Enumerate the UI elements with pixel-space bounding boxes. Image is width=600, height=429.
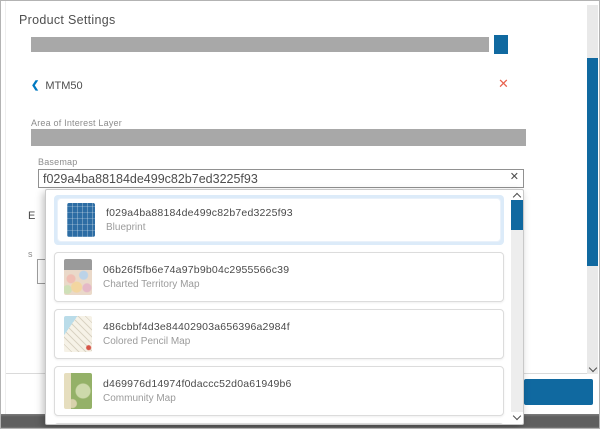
- basemap-option-card: [54, 423, 504, 425]
- charted-territory-map-thumbnail-icon: [64, 259, 92, 295]
- close-icon[interactable]: ✕: [498, 77, 509, 90]
- basemap-combobox: ✕: [38, 169, 524, 188]
- basemap-option[interactable]: d469976d14974f0daccc52d0a61949b6 Communi…: [54, 366, 504, 416]
- basemap-option-card: 06b26f5fb6e74a97b9b04c2955566c39 Charted…: [54, 252, 504, 302]
- panel-left-border: [5, 1, 6, 414]
- community-map-thumbnail-icon: [64, 373, 92, 409]
- basemap-option-id: d469976d14974f0daccc52d0a61949b6: [103, 378, 292, 390]
- redacted-action-button[interactable]: [494, 35, 508, 54]
- basemap-option-text: 06b26f5fb6e74a97b9b04c2955566c39 Charted…: [103, 264, 289, 290]
- clear-input-icon[interactable]: ✕: [510, 172, 519, 183]
- basemap-option-name: Blueprint: [106, 222, 293, 233]
- basemap-option[interactable]: 06b26f5fb6e74a97b9b04c2955566c39 Charted…: [54, 252, 504, 302]
- basemap-option-card: d469976d14974f0daccc52d0a61949b6 Communi…: [54, 366, 504, 416]
- basemap-option-name: Colored Pencil Map: [103, 336, 290, 347]
- scroll-down-icon[interactable]: [590, 365, 596, 371]
- page-title: Product Settings: [19, 13, 116, 27]
- basemap-dropdown-list: f029a4ba88184de499c82b7ed3225f93 Bluepri…: [45, 189, 524, 425]
- back-button[interactable]: ❮ MTM50: [31, 78, 83, 94]
- basemap-option-card: f029a4ba88184de499c82b7ed3225f93 Bluepri…: [57, 198, 501, 242]
- dropdown-scrollbar-track[interactable]: [511, 200, 523, 412]
- basemap-option-card: 486cbbf4d3e84402903a656396a2984f Colored…: [54, 309, 504, 359]
- main-scrollbar-thumb[interactable]: [587, 58, 598, 266]
- redacted-field-bar: [31, 37, 489, 52]
- back-button-label: MTM50: [45, 80, 82, 92]
- basemap-option-text: f029a4ba88184de499c82b7ed3225f93 Bluepri…: [106, 207, 293, 233]
- product-settings-window: Product Settings ❮ MTM50 ✕ Area of Inter…: [0, 0, 600, 429]
- area-of-interest-label: Area of Interest Layer: [31, 118, 122, 128]
- basemap-label: Basemap: [38, 157, 77, 167]
- basemap-option-id: 486cbbf4d3e84402903a656396a2984f: [103, 321, 290, 333]
- basemap-option-text: d469976d14974f0daccc52d0a61949b6 Communi…: [103, 378, 292, 404]
- basemap-option-partial[interactable]: [54, 423, 504, 425]
- basemap-option[interactable]: 486cbbf4d3e84402903a656396a2984f Colored…: [54, 309, 504, 359]
- obscured-label-e: E: [28, 210, 35, 222]
- basemap-option-id: f029a4ba88184de499c82b7ed3225f93: [106, 207, 293, 219]
- chevron-left-icon: ❮: [31, 81, 39, 91]
- colored-pencil-map-thumbnail-icon: [64, 316, 92, 352]
- basemap-option-text: 486cbbf4d3e84402903a656396a2984f Colored…: [103, 321, 290, 347]
- basemap-option[interactable]: f029a4ba88184de499c82b7ed3225f93 Bluepri…: [54, 195, 504, 245]
- blueprint-map-thumbnail-icon: [67, 203, 95, 237]
- obscured-label-s: s: [28, 249, 33, 259]
- dropdown-scroll-down-icon[interactable]: [514, 413, 520, 419]
- primary-action-button[interactable]: [524, 379, 593, 405]
- area-of-interest-field-redacted[interactable]: [31, 129, 526, 146]
- basemap-option-id: 06b26f5fb6e74a97b9b04c2955566c39: [103, 264, 289, 276]
- dropdown-scrollbar-thumb[interactable]: [511, 200, 523, 230]
- basemap-option-name: Community Map: [103, 393, 292, 404]
- basemap-input[interactable]: [38, 169, 524, 188]
- basemap-option-name: Charted Territory Map: [103, 279, 289, 290]
